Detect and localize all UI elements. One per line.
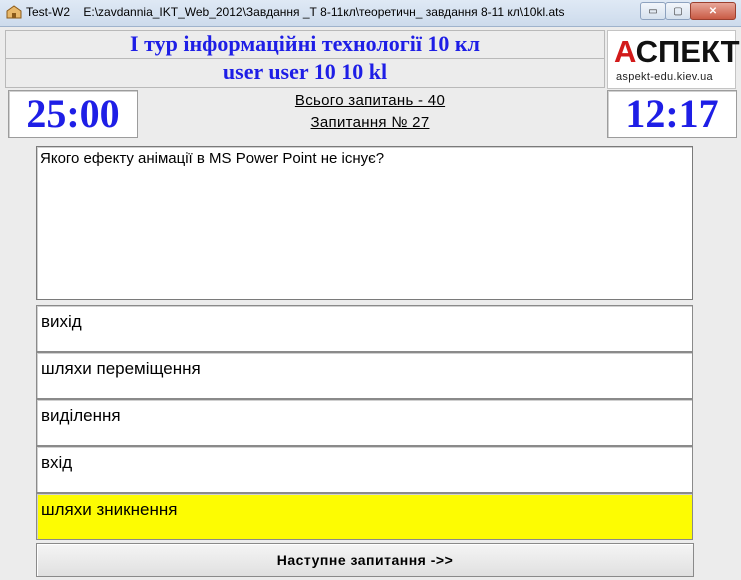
answer-label: шляхи переміщення	[41, 359, 201, 378]
answer-option-1[interactable]: вихід	[36, 305, 693, 352]
aspekt-logo: АСПЕКТ aspekt-edu.kiev.ua	[607, 30, 740, 89]
remaining-time-display: 12:17	[607, 90, 737, 138]
answer-label: виділення	[41, 406, 121, 425]
maximize-button[interactable]: ▢	[665, 2, 691, 20]
close-button[interactable]: ✕	[690, 2, 736, 20]
close-icon: ✕	[708, 5, 718, 17]
test-title: І тур інформаційні технології 10 кл	[5, 30, 605, 59]
answer-label: вихід	[41, 312, 82, 331]
user-name: user user 10 10 kl	[5, 58, 605, 88]
logo-site: aspekt-edu.kiev.ua	[616, 71, 713, 83]
maximize-icon: ▢	[673, 5, 683, 17]
answer-option-5[interactable]: шляхи зникнення	[36, 493, 693, 540]
minimize-icon: ▭	[648, 5, 658, 17]
minimize-button[interactable]: ▭	[640, 2, 666, 20]
title-bar: Test-W2 E:\zavdannia_IKT_Web_2012\Завдан…	[0, 0, 741, 27]
question-text: Якого ефекту анімації в MS Power Point н…	[40, 150, 385, 167]
question-box: Якого ефекту анімації в MS Power Point н…	[36, 146, 693, 300]
answer-option-3[interactable]: виділення	[36, 399, 693, 446]
answer-label: вхід	[41, 453, 73, 472]
logo-wordmark: АСПЕКТ	[614, 34, 740, 69]
question-number-label: Запитання № 27	[310, 114, 430, 131]
total-time-display: 25:00	[8, 90, 138, 138]
file-path: E:\zavdannia_IKT_Web_2012\Завдання _Т 8-…	[83, 5, 565, 19]
app-icon	[6, 5, 22, 19]
next-question-button[interactable]: Наступне запитання ->>	[36, 543, 694, 577]
answer-option-2[interactable]: шляхи переміщення	[36, 352, 693, 399]
total-questions-label: Всього запитань - 40	[294, 92, 446, 109]
app-name: Test-W2	[26, 5, 71, 19]
window-title: Test-W2 E:\zavdannia_IKT_Web_2012\Завдан…	[26, 5, 564, 19]
answer-option-4[interactable]: вхід	[36, 446, 693, 493]
answer-label: шляхи зникнення	[41, 500, 178, 519]
